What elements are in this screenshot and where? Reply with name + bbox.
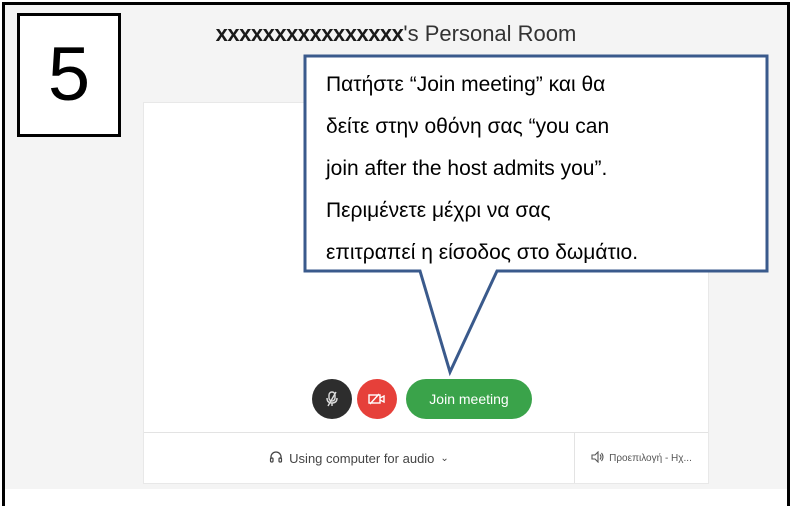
callout-line: επιτραπεί η είσοδος στο δωμάτιο. [326, 241, 639, 264]
callout-text: Πατήστε “Join meeting” και θα δείτε στην… [326, 64, 766, 274]
callout-line: Περιμένετε μέχρι να σας [326, 199, 551, 222]
callout-line: join after the host admits you”. [326, 157, 608, 180]
callout-line: Πατήστε “Join meeting” και θα [326, 73, 606, 96]
callout-line: δείτε στην οθόνη σας “you can [326, 115, 610, 138]
